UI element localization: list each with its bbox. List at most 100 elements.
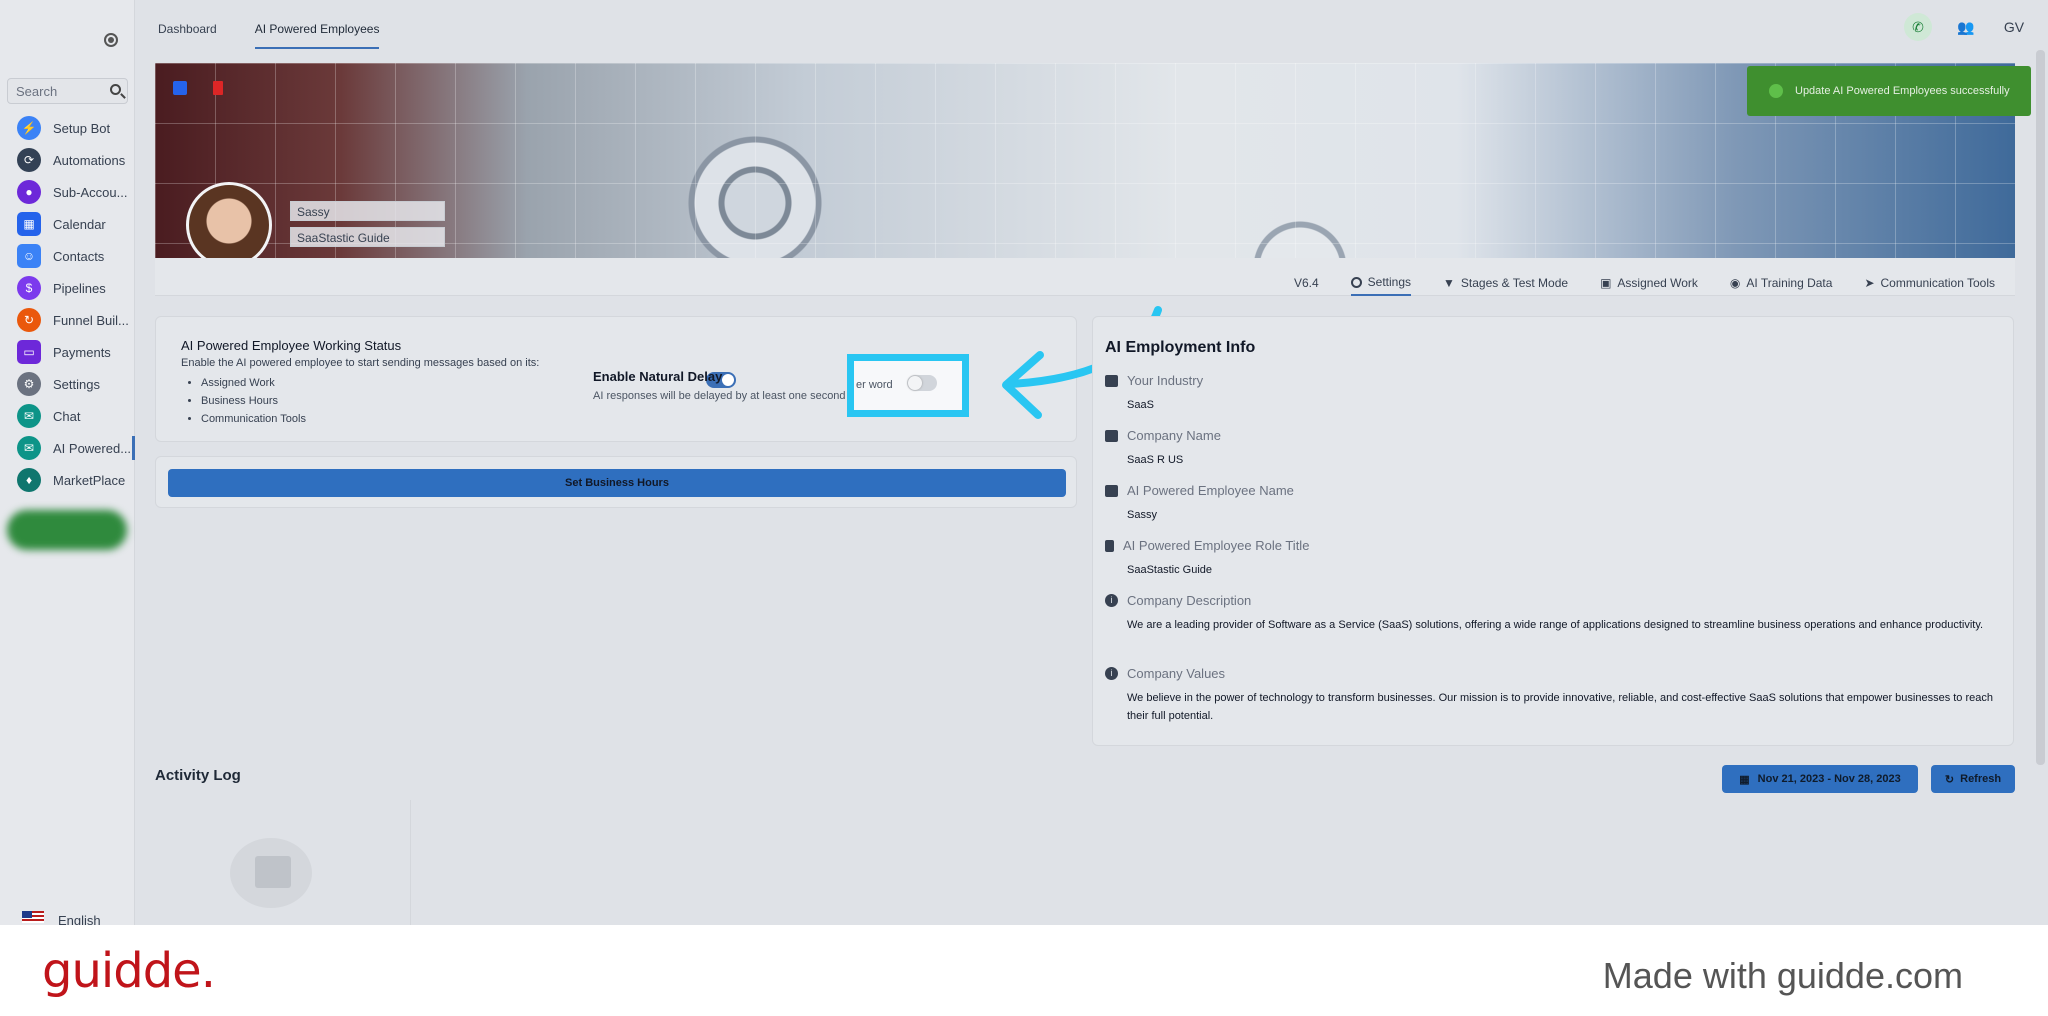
role-item: AI Powered Employee Role Title SaaStasti…: [1105, 538, 2000, 579]
trash-icon[interactable]: [213, 81, 223, 95]
avatar[interactable]: GV: [2000, 13, 2028, 41]
sidebar-item-label: Automations: [53, 152, 126, 168]
bolt-icon: ⚡: [17, 116, 41, 140]
date-range-button[interactable]: ▦ Nov 21, 2023 - Nov 28, 2023: [1722, 765, 1918, 793]
upgrade-button[interactable]: [7, 510, 127, 550]
working-status-desc: Enable the AI powered employee to start …: [181, 357, 540, 369]
marketplace-icon: ♦: [17, 468, 41, 492]
sidebar: Search ⚡ Setup Bot ⟳ Automations ● Sub-Acco…: [0, 0, 135, 928]
tab-label: Settings: [1367, 275, 1411, 289]
nav-ai-employees[interactable]: AI Powered Employees: [254, 0, 380, 49]
contact-icon: ☺: [17, 244, 41, 268]
info-icon: i: [1105, 667, 1118, 680]
tab-stages[interactable]: ▼ Stages & Test Mode: [1443, 270, 1568, 296]
list-item: Communication Tools: [201, 410, 306, 428]
refresh-button[interactable]: ↻ Refresh: [1931, 765, 2015, 793]
activity-log-title: Activity Log: [155, 767, 241, 784]
search-icon[interactable]: [110, 84, 121, 95]
check-icon: [1769, 84, 1783, 98]
employment-info-card: AI Employment Info Your Industry SaaS Co…: [1092, 316, 2014, 746]
values-value: We believe in the power of technology to…: [1127, 692, 1993, 722]
sidebar-item-label: Payments: [53, 344, 111, 360]
refresh-label: Refresh: [1960, 773, 2002, 785]
language-selector[interactable]: English: [0, 906, 135, 928]
tab-settings[interactable]: Settings: [1350, 270, 1411, 296]
filter-icon: ▼: [1443, 276, 1455, 290]
sidebar-item-chat[interactable]: ✉ Chat: [17, 404, 135, 428]
sidebar-item-label: Settings: [53, 376, 100, 392]
company-label: Company Name: [1127, 428, 1221, 443]
role-value: SaaStastic Guide: [1127, 564, 1212, 576]
refresh-icon: ↻: [1944, 773, 1955, 786]
version-label: V6.4: [1293, 276, 1319, 290]
natural-delay-desc: AI responses will be delayed by at least…: [593, 390, 846, 402]
working-status-list: Assigned Work Business Hours Communicati…: [201, 374, 306, 428]
send-icon: ➤: [1864, 276, 1875, 290]
sidebar-item-sub-accounts[interactable]: ● Sub-Accou...: [17, 180, 135, 204]
sidebar-item-calendar[interactable]: ▦ Calendar: [17, 212, 135, 236]
toast-message: Update AI Powered Employees successfully: [1795, 85, 2010, 97]
success-toast: Update AI Powered Employees successfully: [1747, 66, 2031, 116]
top-nav: Dashboard AI Powered Employees: [158, 0, 380, 50]
industry-label: Your Industry: [1127, 373, 1204, 388]
employee-value: Sassy: [1127, 509, 1157, 521]
description-label: Company Description: [1127, 593, 1252, 608]
employee-role-field[interactable]: SaaStastic Guide: [290, 227, 445, 247]
natural-delay-toggle[interactable]: [907, 375, 937, 391]
description-item: i Company Description We are a leading pr…: [1105, 593, 2000, 634]
tab-training-data[interactable]: ◉ AI Training Data: [1730, 270, 1833, 296]
dollar-icon: $: [17, 276, 41, 300]
image-icon[interactable]: [173, 81, 187, 95]
sidebar-item-label: Contacts: [53, 248, 105, 264]
users-icon[interactable]: 👥: [1952, 13, 1980, 41]
made-with-text: Made with guidde.com: [1602, 955, 1963, 996]
values-item: i Company Values We believe in the power …: [1105, 666, 2000, 725]
sidebar-item-marketplace[interactable]: ♦ MarketPlace: [17, 468, 135, 492]
natural-delay-desc-tail: er word: [856, 379, 893, 391]
info-icon: i: [1105, 594, 1118, 607]
chat-icon: ✉: [17, 404, 41, 428]
date-range-label: Nov 21, 2023 - Nov 28, 2023: [1757, 773, 1901, 785]
gear-icon: ⚙: [17, 372, 41, 396]
company-value: SaaS R US: [1127, 454, 1184, 466]
search-input[interactable]: Search: [7, 78, 128, 104]
sidebar-item-automations[interactable]: ⟳ Automations: [17, 148, 135, 172]
us-flag-icon: [22, 911, 44, 923]
role-label: AI Powered Employee Role Title: [1123, 538, 1310, 553]
sidebar-item-payments[interactable]: ▭ Payments: [17, 340, 135, 364]
sidebar-item-funnel-builder[interactable]: ↻ Funnel Buil...: [17, 308, 135, 332]
business-hours-card: Set Business Hours: [155, 456, 1077, 508]
flag-icon: [1105, 539, 1114, 552]
sidebar-item-contacts[interactable]: ☺ Contacts: [17, 244, 135, 268]
funnel-icon: ↻: [17, 308, 41, 332]
sidebar-item-ai-powered[interactable]: ✉ AI Powered...: [17, 436, 135, 460]
employee-name-field[interactable]: Sassy: [290, 201, 445, 221]
nav-dashboard[interactable]: Dashboard: [158, 0, 217, 49]
company-item: Company Name SaaS R US: [1105, 428, 2000, 469]
employee-name-item: AI Powered Employee Name Sassy: [1105, 483, 2000, 524]
sidebar-item-label: Funnel Buil...: [53, 312, 129, 328]
top-icons: ✆ 👥 GV: [1904, 13, 2028, 41]
phone-icon[interactable]: ✆: [1904, 13, 1932, 41]
record-icon[interactable]: [104, 33, 118, 47]
settings-icon: [1350, 276, 1362, 288]
sidebar-item-pipelines[interactable]: $ Pipelines: [17, 276, 135, 300]
sidebar-item-label: Setup Bot: [53, 120, 111, 136]
scrollbar[interactable]: [2036, 50, 2045, 765]
values-label: Company Values: [1127, 666, 1226, 681]
building-icon: [1105, 429, 1118, 442]
natural-delay-highlight: er word: [847, 354, 969, 417]
set-business-hours-button[interactable]: Set Business Hours: [168, 469, 1066, 497]
sidebar-item-settings[interactable]: ⚙ Settings: [17, 372, 135, 396]
industry-item: Your Industry SaaS: [1105, 373, 2000, 414]
pin-icon: ◉: [1729, 276, 1741, 290]
sidebar-item-setup-bot[interactable]: ⚡ Setup Bot: [17, 116, 135, 140]
tab-communication-tools[interactable]: ➤ Communication Tools: [1864, 270, 1995, 296]
briefcase-icon: [1105, 484, 1118, 497]
empty-state-illustration: [230, 838, 312, 908]
tab-assigned-work[interactable]: ▣ Assigned Work: [1600, 270, 1698, 296]
natural-delay-title: Enable Natural Delay: [593, 369, 723, 384]
calendar-icon: ▦: [17, 212, 41, 236]
briefcase-icon: ▣: [1600, 276, 1612, 290]
industry-icon: [1105, 374, 1118, 387]
